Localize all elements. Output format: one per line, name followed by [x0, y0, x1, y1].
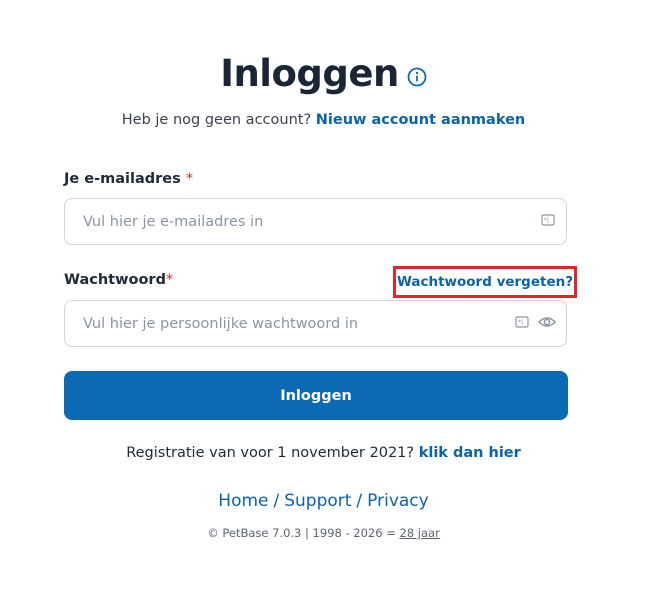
page-title: Inloggen: [220, 52, 399, 95]
info-icon[interactable]: [407, 67, 427, 87]
password-label: Wachtwoord*: [64, 272, 173, 288]
footer-link-support[interactable]: Support: [284, 491, 351, 511]
svg-text:*|: *|: [544, 217, 549, 224]
signup-prompt-text: Heb je nog geen account?: [121, 112, 312, 128]
title-row: Inloggen: [0, 52, 647, 95]
legacy-registration: Registratie van voor 1 november 2021? kl…: [0, 445, 647, 461]
email-field-wrapper: *|: [64, 198, 567, 245]
email-required-mark: *: [185, 171, 194, 187]
eye-icon[interactable]: [538, 314, 556, 333]
copyright-text: © PetBase 7.0.3 | 1998 - 2026 =: [207, 526, 396, 540]
footer-links: Home / Support / Privacy: [0, 491, 647, 511]
copyright: © PetBase 7.0.3 | 1998 - 2026 = 28 jaar: [0, 526, 647, 540]
password-field[interactable]: [65, 301, 514, 346]
login-button[interactable]: Inloggen: [64, 371, 568, 420]
footer-link-home[interactable]: Home: [218, 491, 268, 511]
password-field-wrapper: *|: [64, 300, 567, 347]
email-field[interactable]: [65, 199, 540, 244]
years-link[interactable]: 28 jaar: [400, 526, 440, 540]
footer-link-privacy[interactable]: Privacy: [367, 491, 429, 511]
email-label: Je e-mailadres *: [64, 171, 193, 187]
autofill-card-icon[interactable]: *|: [540, 212, 556, 232]
legacy-registration-text: Registratie van voor 1 november 2021?: [126, 445, 415, 461]
login-page: Inloggen Heb je nog geen account? Nieuw …: [0, 0, 647, 606]
signup-prompt: Heb je nog geen account? Nieuw account a…: [0, 112, 647, 128]
footer-separator: /: [356, 491, 363, 511]
forgot-password-link[interactable]: Wachtwoord vergeten?: [393, 266, 577, 298]
footer-separator: /: [273, 491, 280, 511]
legacy-registration-link[interactable]: klik dan hier: [419, 445, 521, 461]
email-label-text: Je e-mailadres: [64, 171, 181, 187]
password-required-mark: *: [165, 272, 174, 288]
create-account-link[interactable]: Nieuw account aanmaken: [316, 112, 525, 128]
autofill-card-icon[interactable]: *|: [514, 314, 530, 334]
svg-text:*|: *|: [518, 319, 523, 326]
password-label-text: Wachtwoord: [64, 272, 166, 288]
